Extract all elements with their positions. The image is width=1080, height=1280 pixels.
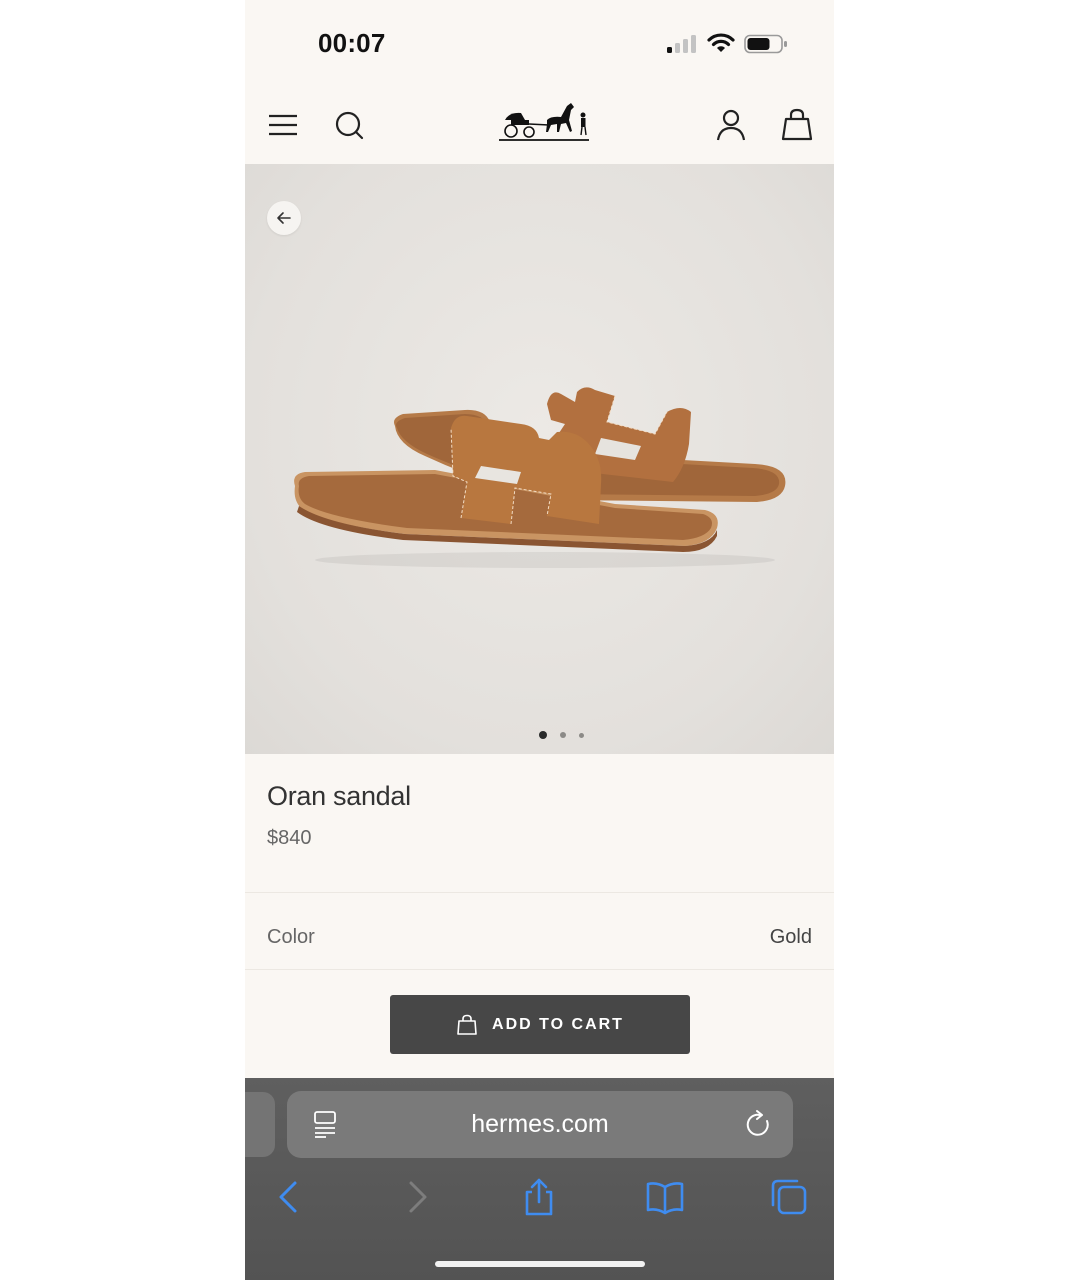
gallery-dot-active[interactable] xyxy=(539,731,547,739)
phone-screen: 00:07 Oran sandal $840 Color Gold ADD TO… xyxy=(245,0,834,1280)
divider xyxy=(245,969,834,970)
back-icon[interactable] xyxy=(269,1177,309,1217)
battery-icon xyxy=(744,34,787,54)
home-indicator[interactable] xyxy=(435,1261,645,1267)
browser-toolbar: hermes.com xyxy=(245,1078,834,1280)
status-time: 00:07 xyxy=(318,28,386,58)
account-icon[interactable] xyxy=(713,107,749,143)
wifi-icon xyxy=(707,33,735,52)
shopping-bag-icon xyxy=(457,1014,477,1035)
shopping-bag-icon[interactable] xyxy=(779,107,815,143)
previous-tab-preview[interactable] xyxy=(245,1092,275,1157)
site-header xyxy=(245,95,834,163)
forward-icon xyxy=(409,1181,427,1213)
arrow-left-icon xyxy=(277,212,291,224)
gallery-dot[interactable] xyxy=(560,732,566,738)
product-image-gallery[interactable] xyxy=(245,164,834,754)
color-value[interactable]: Gold xyxy=(770,926,812,949)
product-price: $840 xyxy=(267,827,312,849)
divider xyxy=(245,892,834,893)
product-title: Oran sandal xyxy=(267,781,411,811)
gallery-back-button[interactable] xyxy=(267,201,301,235)
color-label: Color xyxy=(267,926,315,948)
hermes-carriage-logo[interactable] xyxy=(499,98,591,146)
url-text[interactable]: hermes.com xyxy=(287,1110,793,1139)
gallery-pagination xyxy=(536,730,596,740)
menu-icon[interactable] xyxy=(265,107,301,143)
add-to-cart-label: ADD TO CART xyxy=(492,1015,624,1033)
gallery-dot[interactable] xyxy=(579,733,584,738)
address-bar[interactable]: hermes.com xyxy=(287,1091,793,1158)
add-to-cart-button[interactable]: ADD TO CART xyxy=(390,995,690,1054)
sandal-product-image xyxy=(294,387,786,568)
tabs-icon[interactable] xyxy=(769,1177,809,1217)
reload-icon[interactable] xyxy=(745,1109,773,1139)
status-bar: 00:07 xyxy=(245,0,834,90)
search-icon[interactable] xyxy=(331,107,367,143)
share-icon[interactable] xyxy=(519,1177,559,1217)
cellular-signal-icon xyxy=(667,35,697,53)
bookmarks-icon[interactable] xyxy=(645,1177,685,1217)
